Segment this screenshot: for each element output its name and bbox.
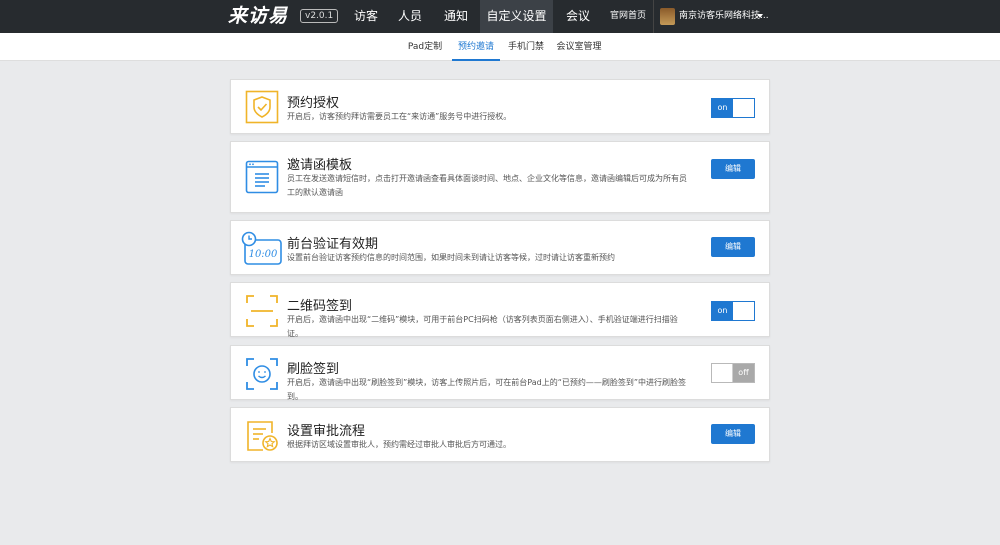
version-badge: v2.0.1 [300,9,339,23]
official-site-link[interactable]: 官网首页 [604,0,652,33]
setting-card-approval-flow: 设置审批流程 根据拜访区域设置审批人，预约需经过审批人审批后方可通过。 编辑 [230,407,770,462]
card-title: 预约授权 [287,96,340,111]
document-window-icon [245,160,279,194]
nav-divider [653,0,654,33]
setting-card-face-checkin: 刷脸签到 开启后，邀请函中出现“刷脸签到”模块，访客上传照片后，可在前台Pad上… [230,345,770,401]
card-description: 设置前台验证访客预约信息的时间范围，如果时间未到请让访客等候，过时请让访客重新预… [287,253,615,262]
nav-item-visitors[interactable]: 访客 [346,0,386,33]
card-description: 开启后，访客预约拜访需要员工在“来访通”服务号中进行授权。 [287,112,512,121]
sub-tab-bar: Pad定制 预约邀请 手机门禁 会议室管理 [0,33,1000,61]
card-description: 员工在发送邀请短信时，点击打开邀请函查看具体面谈时间、地点、企业文化等信息，邀请… [287,174,687,197]
avatar[interactable] [660,8,675,25]
tab-pad-custom[interactable]: Pad定制 [405,33,445,61]
card-title: 二维码签到 [287,299,353,314]
tab-appointment-invite[interactable]: 预约邀请 [452,33,500,61]
card-title: 邀请函模板 [287,158,353,173]
card-title: 前台验证有效期 [287,237,379,252]
company-name[interactable]: 南京访客乐网络科技... [679,0,769,33]
nav-item-custom-settings[interactable]: 自定义设置 [480,0,553,33]
tab-meeting-room[interactable]: 会议室管理 [554,33,604,61]
qr-checkin-toggle[interactable]: on [711,301,755,321]
qr-scan-frame-icon [246,295,278,327]
face-checkin-toggle[interactable]: off [711,363,755,383]
card-description: 根据拜访区域设置审批人，预约需经过审批人审批后方可通过。 [287,440,511,449]
setting-card-invitation-template: 邀请函模板 员工在发送邀请短信时，点击打开邀请函查看具体面谈时间、地点、企业文化… [230,141,770,213]
edit-template-button[interactable]: 编辑 [711,159,755,179]
nav-item-notifications[interactable]: 通知 [434,0,478,33]
appointment-auth-toggle[interactable]: on [711,98,755,118]
edit-approval-button[interactable]: 编辑 [711,424,755,444]
top-navigation-bar: 来访易 v2.0.1 访客 人员 通知 自定义设置 会议 官网首页 南京访客乐网… [0,0,1000,33]
clock-text: 10:00 [249,249,278,260]
toggle-label: on [712,99,733,117]
setting-card-appointment-auth: 预约授权 开启后，访客预约拜访需要员工在“来访通”服务号中进行授权。 on [230,79,770,134]
app-logo[interactable]: 来访易 [228,5,288,27]
shield-check-icon [245,90,279,124]
card-description: 开启后，邀请函中出现“二维码”模块，可用于前台PC扫码枪（访客列表页面右侧进入）… [287,315,678,338]
toggle-label: off [733,364,754,382]
nav-item-meetings[interactable]: 会议 [556,0,600,33]
card-title: 设置审批流程 [287,424,366,439]
edit-validity-button[interactable]: 编辑 [711,237,755,257]
tab-mobile-access[interactable]: 手机门禁 [506,33,546,61]
toggle-label: on [712,302,733,320]
toggle-knob [712,364,733,382]
setting-card-qr-checkin: 二维码签到 开启后，邀请函中出现“二维码”模块，可用于前台PC扫码枪（访客列表页… [230,282,770,338]
setting-card-front-desk-validity: 10:00 前台验证有效期 设置前台验证访客预约信息的时间范围，如果时间未到请让… [230,220,770,275]
clock-display-icon: 10:00 [241,231,282,265]
card-description: 开启后，邀请函中出现“刷脸签到”模块，访客上传照片后，可在前台Pad上的“已预约… [287,378,687,401]
approval-list-icon [247,421,278,451]
chevron-down-icon[interactable] [757,14,763,18]
nav-item-staff[interactable]: 人员 [390,0,430,33]
face-scan-icon [246,358,278,390]
card-title: 刷脸签到 [287,362,340,377]
